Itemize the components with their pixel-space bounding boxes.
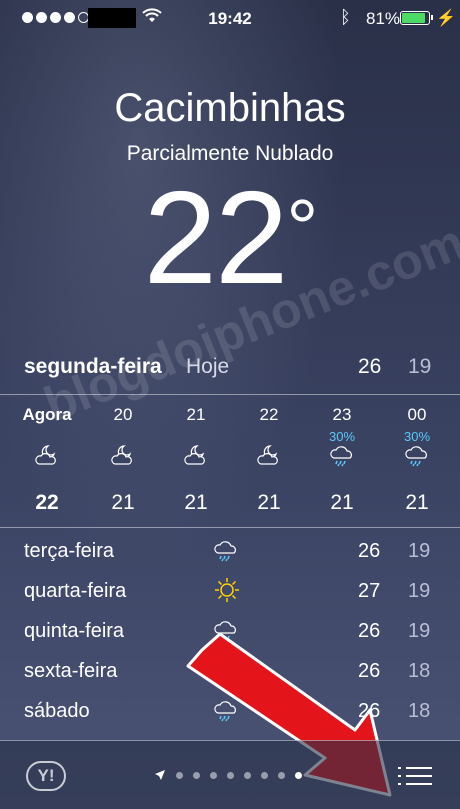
today-high: 26 — [358, 355, 382, 378]
hour-temperature: 21 — [330, 491, 354, 514]
rain-cloud-icon — [214, 621, 236, 642]
rain-cloud-icon — [405, 446, 427, 467]
page-dot — [210, 771, 217, 779]
hour-temperature: 21 — [257, 491, 281, 514]
today-day-name: segunda-feira — [24, 355, 162, 378]
hour-label: 22 — [259, 405, 279, 424]
rain-cloud-icon — [214, 541, 236, 562]
today-summary: segunda-feira Hoje 26 19 — [0, 352, 460, 388]
day-name: sábado — [24, 700, 90, 722]
hour-temperature: 21 — [405, 491, 429, 514]
precip-chance: 30% — [403, 429, 431, 444]
page-dot — [278, 771, 285, 779]
page-dot — [176, 771, 183, 779]
hour-temperature: 21 — [184, 491, 208, 514]
bluetooth-icon: ᛒ — [340, 7, 351, 27]
sun-icon — [215, 578, 239, 602]
partly-cloudy-night-icon — [35, 445, 56, 465]
day-high: 26 — [358, 540, 381, 562]
day-low: 19 — [408, 620, 431, 642]
page-dot — [193, 771, 200, 779]
hour-label: 23 — [332, 405, 352, 424]
current-temperature: 22° — [0, 162, 460, 313]
partly-cloudy-night-icon — [111, 445, 132, 465]
day-high: 27 — [358, 580, 381, 602]
partly-cloudy-night-icon — [184, 445, 205, 465]
city-list-button[interactable] — [398, 761, 432, 791]
status-bar: 19:42 ᛒ 81% ⚡ — [0, 0, 460, 36]
today-low: 19 — [408, 355, 432, 378]
precip-chance: 30% — [328, 429, 356, 444]
partly-cloudy-night-icon — [257, 445, 278, 465]
daily-row: sexta-feira 26 18 — [0, 654, 460, 694]
current-temperature-value: 22 — [143, 164, 289, 311]
day-name: sexta-feira — [24, 660, 118, 682]
city-name: Cacimbinhas — [114, 86, 346, 130]
daily-row: quarta-feira 27 19 — [0, 574, 460, 614]
daily-row: quinta-feira 26 19 — [0, 614, 460, 654]
today-label: Hoje — [186, 355, 230, 378]
hour-label: 20 — [113, 405, 133, 424]
hour-temperature: 21 — [111, 491, 135, 514]
hourly-forecast[interactable]: Agora 22 20 21 21 21 22 21 23 30% 21 00 … — [0, 394, 460, 528]
page-indicator[interactable] — [154, 765, 302, 785]
hour-temperature: 22 — [35, 491, 59, 514]
day-name: quarta-feira — [24, 580, 127, 602]
day-low: 18 — [408, 660, 431, 682]
weather-screen: 19:42 ᛒ 81% ⚡ Cacimbinhas Parcialmente N… — [0, 0, 460, 809]
day-low: 18 — [408, 700, 431, 722]
day-name: terça-feira — [24, 540, 115, 562]
day-high: 26 — [358, 700, 381, 722]
rain-cloud-icon — [214, 661, 236, 682]
day-name: quinta-feira — [24, 620, 125, 642]
hour-label: Agora — [22, 405, 72, 424]
page-dot — [244, 771, 251, 779]
bottom-toolbar: Y! — [0, 740, 460, 809]
charging-icon: ⚡ — [436, 10, 456, 27]
day-high: 26 — [358, 660, 381, 682]
battery-percentage: 81% — [366, 9, 401, 28]
page-dot — [227, 771, 234, 779]
location-arrow-icon — [155, 770, 165, 780]
day-high: 26 — [358, 620, 381, 642]
daily-row: terça-feira 26 19 — [0, 534, 460, 574]
day-low: 19 — [408, 540, 431, 562]
daily-row: sábado 26 18 — [0, 694, 460, 734]
degree-symbol: ° — [286, 183, 318, 272]
page-dot-active — [295, 771, 302, 779]
hour-label: 21 — [186, 405, 206, 424]
rain-cloud-icon — [214, 701, 236, 722]
page-dot — [261, 771, 268, 779]
yahoo-logo-icon[interactable]: Y! — [26, 761, 66, 791]
day-low: 19 — [408, 580, 431, 602]
battery-icon — [400, 11, 433, 25]
hour-label: 00 — [407, 405, 427, 424]
rain-cloud-icon — [330, 446, 352, 467]
